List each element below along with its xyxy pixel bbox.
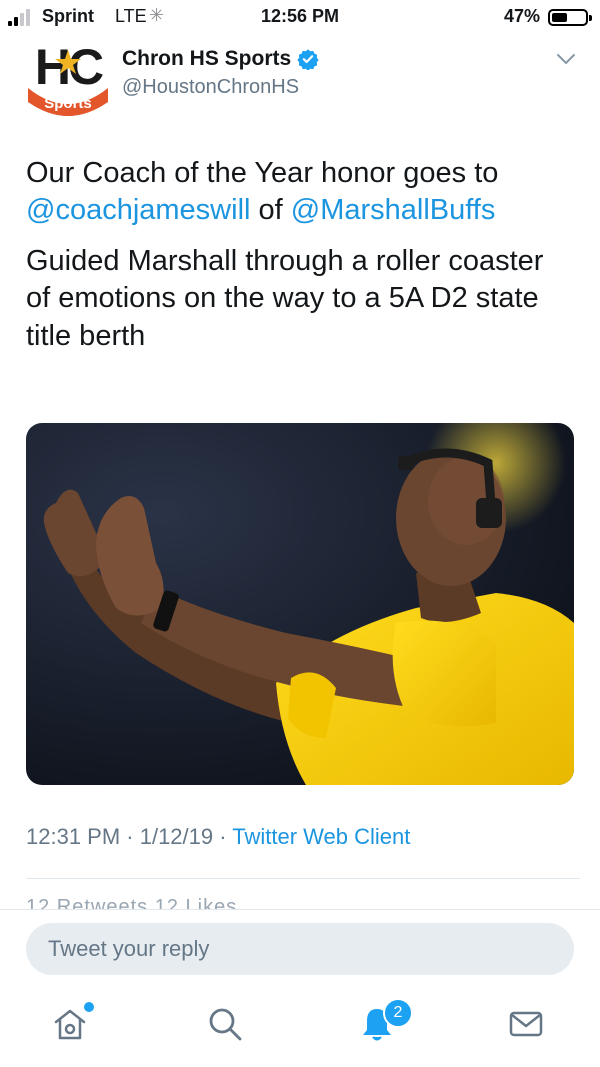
messages-icon[interactable] bbox=[506, 1004, 546, 1044]
tweet-metadata: 12:31 PM · 1/12/19 · Twitter Web Client bbox=[26, 824, 410, 850]
tweet-photo[interactable] bbox=[26, 423, 574, 785]
divider bbox=[26, 878, 580, 879]
avatar[interactable]: HC Sports bbox=[26, 36, 110, 116]
logo-sports-text: Sports bbox=[44, 95, 92, 112]
tweet-paragraph-1: Our Coach of the Year honor goes to @coa… bbox=[26, 155, 574, 230]
author-name[interactable]: Chron HS Sports bbox=[122, 47, 291, 71]
reply-input[interactable]: Tweet your reply bbox=[26, 923, 574, 975]
tweet-text-segment: of bbox=[250, 194, 291, 227]
mention-link[interactable]: @coachjameswill bbox=[26, 194, 250, 226]
status-bar: Sprint LTE ✳ 12:56 PM 47% bbox=[0, 0, 600, 34]
author-name-row[interactable]: Chron HS Sports bbox=[122, 45, 319, 73]
chevron-down-icon[interactable] bbox=[556, 52, 576, 66]
tweet-paragraph-2: Guided Marshall through a roller coaster… bbox=[26, 244, 544, 352]
mention-link[interactable]: @MarshallBuffs bbox=[291, 194, 496, 226]
search-icon[interactable] bbox=[205, 1004, 245, 1044]
tweet-text: Our Coach of the Year honor goes to @coa… bbox=[26, 155, 574, 355]
author-handle[interactable]: @HoustonChronHS bbox=[122, 76, 299, 99]
battery-icon bbox=[548, 9, 592, 26]
new-content-indicator bbox=[84, 1002, 94, 1012]
battery-percentage: 47% bbox=[503, 6, 540, 26]
tweet-timestamp: 12:31 PM · 1/12/19 · bbox=[26, 824, 233, 849]
tweet-text-segment: Our Coach of the Year honor goes to bbox=[26, 157, 499, 189]
verified-badge-icon bbox=[297, 49, 319, 70]
reply-bar: Tweet your reply bbox=[0, 909, 600, 990]
reply-placeholder: Tweet your reply bbox=[48, 936, 210, 961]
tweet-source-link[interactable]: Twitter Web Client bbox=[232, 824, 410, 849]
notification-badge: 2 bbox=[383, 998, 413, 1028]
